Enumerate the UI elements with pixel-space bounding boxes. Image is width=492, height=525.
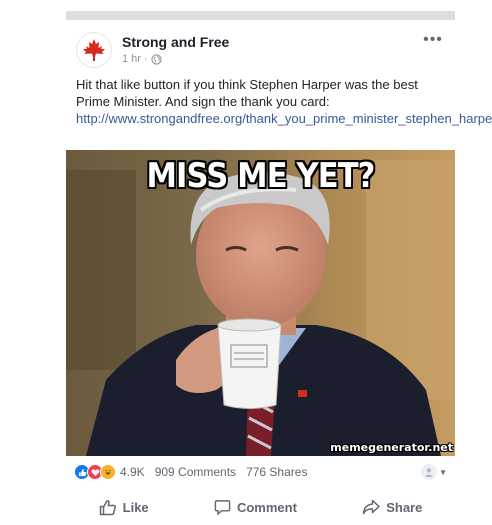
- maple-leaf-icon: [83, 39, 105, 61]
- more-options-icon[interactable]: •••: [421, 31, 445, 48]
- post-link[interactable]: http://www.strongandfree.org/thank_you_p…: [76, 111, 492, 126]
- share-icon: [362, 499, 380, 515]
- post-header: Strong and Free 1 hr · •••: [76, 31, 445, 68]
- reaction-count[interactable]: 4.9K: [120, 465, 145, 479]
- share-button[interactable]: Share: [362, 499, 422, 515]
- page-name[interactable]: Strong and Free: [122, 34, 229, 50]
- post-card: Strong and Free 1 hr · ••• Hit that like…: [66, 20, 492, 525]
- shares-count[interactable]: 776 Shares: [246, 465, 307, 479]
- thumbs-up-icon: [99, 499, 116, 515]
- comments-count[interactable]: 909 Comments: [155, 465, 236, 479]
- post-meta: 1 hr ·: [122, 53, 162, 65]
- meme-caption: MISS ME YET?: [146, 156, 375, 196]
- post-text: Hit that like button if you think Stephe…: [76, 76, 492, 127]
- viewer-avatar-icon: [421, 464, 438, 480]
- comment-label: Comment: [236, 499, 297, 515]
- haha-reaction-icon: [100, 464, 116, 480]
- reaction-icons[interactable]: [74, 464, 116, 480]
- share-label: Share: [386, 499, 423, 515]
- engagement-stats: 4.9K 909 Comments 776 Shares ▼: [74, 461, 447, 483]
- like-button[interactable]: Like: [99, 499, 149, 516]
- post-image[interactable]: MISS ME YET? memegenerator.net: [66, 150, 455, 456]
- post-body: Hit that like button if you think Stephe…: [76, 77, 418, 109]
- like-label: Like: [122, 499, 149, 515]
- meta-separator: ·: [143, 53, 148, 65]
- post-time[interactable]: 1 hr: [122, 53, 141, 65]
- comment-button[interactable]: Comment: [214, 499, 297, 516]
- meme-watermark: memegenerator.net: [330, 441, 453, 454]
- action-bar: Like Comment Share: [66, 494, 455, 520]
- reaction-selector[interactable]: ▼: [421, 464, 447, 480]
- top-divider: [66, 11, 455, 20]
- globe-icon: [151, 53, 162, 65]
- page-avatar[interactable]: [76, 32, 112, 68]
- comment-icon: [214, 499, 231, 515]
- chevron-down-icon: ▼: [439, 467, 447, 477]
